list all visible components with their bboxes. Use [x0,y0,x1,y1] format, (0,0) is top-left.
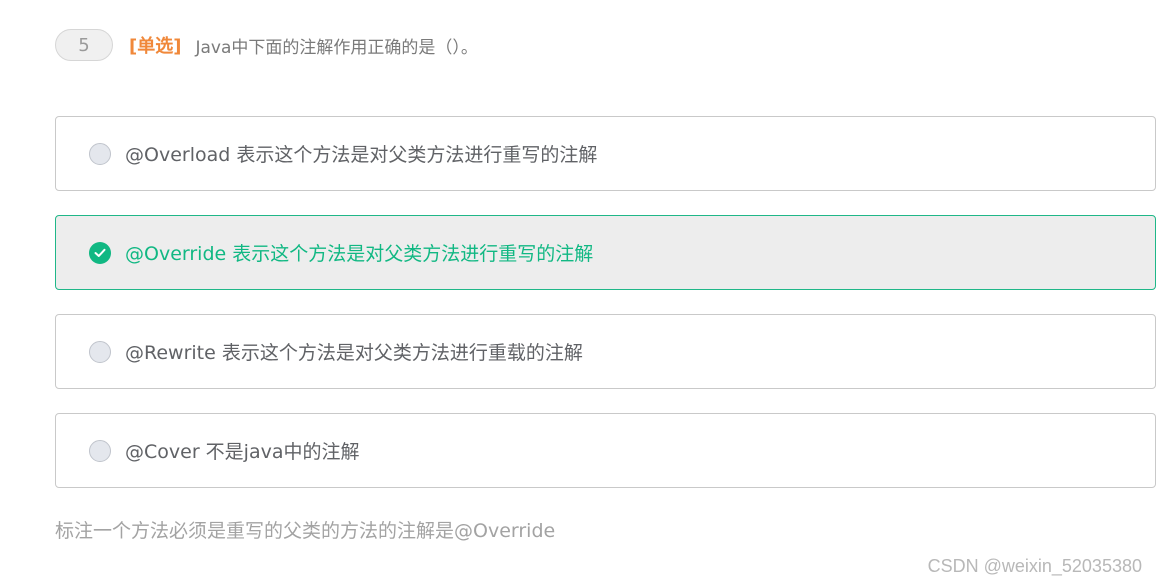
empty-circle-icon[interactable] [89,142,111,165]
csdn-watermark: CSDN @weixin_52035380 [927,556,1142,576]
question-text: Java中下面的注解作用正确的是（）。 [195,37,478,58]
option-d[interactable]: @Cover 不是java中的注解 [55,413,1156,488]
question-number-badge: 5 [55,29,113,61]
option-b[interactable]: @Override 表示这个方法是对父类方法进行重写的注解 [55,215,1156,290]
option-label: @Override 表示这个方法是对父类方法进行重写的注解 [125,243,594,265]
question-page: 5 [单选] Java中下面的注解作用正确的是（）。 @Overload 表示这… [0,0,1158,587]
question-type-label: [单选] [129,36,182,57]
empty-circle-icon[interactable] [89,340,111,363]
option-label: @Overload 表示这个方法是对父类方法进行重写的注解 [125,144,598,166]
question-header: 5 [单选] Java中下面的注解作用正确的是（）。 [55,28,478,62]
check-circle-icon[interactable] [89,241,111,264]
option-label: @Rewrite 表示这个方法是对父类方法进行重载的注解 [125,342,583,364]
checkmark-icon [94,248,106,257]
option-label: @Cover 不是java中的注解 [125,441,360,463]
answer-analysis: 标注一个方法必须是重写的父类的方法的注解是@Override [55,520,556,542]
option-a[interactable]: @Overload 表示这个方法是对父类方法进行重写的注解 [55,116,1156,191]
option-c[interactable]: @Rewrite 表示这个方法是对父类方法进行重载的注解 [55,314,1156,389]
empty-circle-icon[interactable] [89,439,111,462]
